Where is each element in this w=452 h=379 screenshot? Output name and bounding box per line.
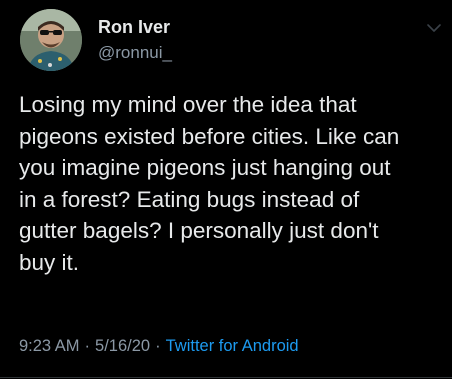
author-name[interactable]: Ron Iver — [98, 17, 170, 38]
avatar[interactable] — [20, 9, 82, 71]
divider — [0, 377, 452, 378]
chevron-down-icon[interactable] — [426, 22, 442, 34]
tweet-card: Ron Iver @ronnui_ Losing my mind over th… — [0, 0, 452, 379]
tweet-text: Losing my mind over the idea that pigeon… — [19, 92, 400, 275]
meta-separator: · — [155, 337, 161, 355]
tweet-metadata: 9:23 AM · 5/16/20 · Twitter for Android — [19, 337, 299, 356]
profile-photo — [20, 9, 82, 71]
meta-separator: · — [84, 337, 91, 355]
author-handle[interactable]: @ronnui_ — [98, 43, 172, 63]
tweet-date[interactable]: 5/16/20 — [95, 337, 150, 355]
tweet-source-link[interactable]: Twitter for Android — [166, 337, 299, 355]
tweet-time[interactable]: 9:23 AM — [19, 337, 80, 355]
